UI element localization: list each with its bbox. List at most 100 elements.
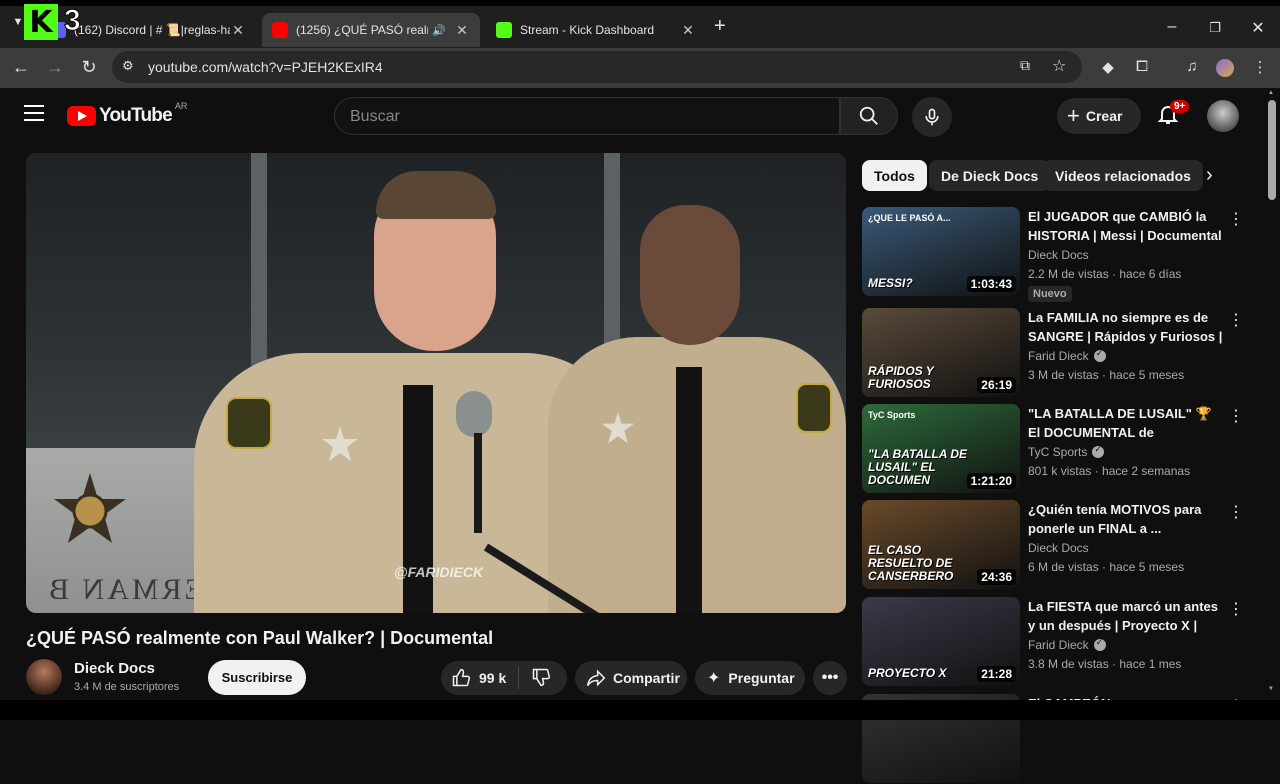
extensions-puzzle-icon[interactable]: ⧠ [1132, 58, 1152, 78]
ask-label: Preguntar [728, 670, 795, 686]
recommendation-meta: 3.8 M de vistas · hace 1 mes [1028, 657, 1182, 671]
site-settings-icon[interactable]: ⚙ [122, 58, 134, 74]
video-watermark: @FARIDIECK [394, 564, 484, 580]
thumbnail-subcaption: TyC Sports [868, 410, 916, 420]
recommendation-title[interactable]: "LA BATALLA DE LUSAIL" 🏆 El DOCUMENTAL d… [1028, 404, 1224, 442]
search-button[interactable] [840, 97, 898, 135]
notifications-button[interactable]: 9+ [1156, 100, 1190, 128]
more-actions-button[interactable]: ••• [813, 661, 847, 695]
chip-from-channel[interactable]: De Dieck Docs [929, 160, 1051, 191]
channel-avatar[interactable] [26, 659, 62, 695]
youtube-header: YouTube AR Buscar + Crear 9+ [0, 88, 1280, 144]
tab-title: Stream - Kick Dashboard [520, 23, 655, 37]
voice-search-button[interactable] [912, 97, 952, 137]
video-duration: 1:03:43 [966, 276, 1016, 292]
thumbs-up-icon [452, 668, 471, 687]
tab-youtube[interactable]: (1256) ¿QUÉ PASÓ realmente 🔊 ✕ [262, 13, 480, 47]
extension-diamond-icon[interactable]: ◆ [1098, 58, 1118, 78]
share-button[interactable]: Compartir [575, 661, 687, 695]
youtube-wordmark: YouTube [99, 105, 173, 126]
channel-name[interactable]: Dieck Docs [74, 660, 155, 677]
channel-name[interactable]: Farid Dieck [1028, 349, 1089, 363]
url-text[interactable]: youtube.com/watch?v=PJEH2KExIR4 [148, 59, 383, 75]
video-player[interactable]: ERMAN B @FARIDIECK [26, 153, 846, 613]
close-icon[interactable]: ✕ [454, 22, 470, 39]
plus-icon: + [1067, 103, 1080, 128]
page-scrollbar[interactable] [1268, 100, 1276, 200]
chip-all[interactable]: Todos [862, 160, 927, 191]
kick-favicon-icon [496, 22, 512, 38]
recommendation-title[interactable]: La FAMILIA no siempre es de SANGRE | Ráp… [1028, 308, 1224, 346]
more-options-icon[interactable]: ⋮ [1228, 406, 1244, 426]
video-duration: 24:36 [977, 569, 1016, 585]
thumbnail-caption: "LA BATALLA DE LUSAIL" EL DOCUMEN [868, 447, 968, 487]
youtube-logo[interactable]: YouTube AR [67, 101, 187, 127]
like-button[interactable]: 99 k [441, 667, 519, 689]
chip-related[interactable]: Videos relacionados [1043, 160, 1203, 191]
subscribe-button[interactable]: Suscribirse [208, 660, 306, 695]
more-options-icon[interactable]: ⋮ [1228, 310, 1244, 330]
channel-name[interactable]: Dieck Docs [1028, 248, 1089, 262]
video-duration: 26:19 [977, 377, 1016, 393]
chevron-right-icon[interactable]: › [1206, 164, 1213, 187]
close-icon[interactable]: ✕ [230, 22, 246, 39]
video-duration: 21:28 [977, 666, 1016, 682]
recommendation-channel[interactable]: Farid Dieck [1028, 637, 1106, 652]
recommendation-item[interactable]: "LA BATALLA DE LUSAIL" EL DOCUMEN TyC Sp… [862, 404, 1257, 494]
hamburger-menu-icon[interactable] [24, 105, 44, 121]
recommendation-item[interactable]: RÁPIDOS Y FURIOSOS 26:19 La FAMILIA no s… [862, 308, 1257, 398]
bookmark-star-icon[interactable]: ☆ [1052, 56, 1066, 76]
scroll-up-arrow-icon[interactable]: ▲ [1268, 90, 1274, 96]
media-control-icon[interactable]: ♫ [1182, 58, 1202, 78]
thumbnail-caption: RÁPIDOS Y FURIOSOS [868, 364, 934, 391]
install-app-icon[interactable]: ⧉ [1020, 57, 1030, 74]
ask-button[interactable]: ✦ Preguntar [695, 661, 805, 695]
dislike-button[interactable] [519, 667, 551, 690]
scroll-down-arrow-icon[interactable]: ▼ [1268, 686, 1274, 692]
thumbnail-subcaption: ¿QUE LE PASÓ A... [868, 213, 951, 223]
video-thumbnail[interactable]: RÁPIDOS Y FURIOSOS 26:19 [862, 308, 1020, 397]
reload-icon[interactable]: ↻ [78, 57, 100, 78]
search-placeholder: Buscar [350, 108, 400, 125]
kick-logo-letter: K [29, 4, 53, 40]
more-options-icon[interactable]: ⋮ [1228, 209, 1244, 229]
create-button[interactable]: + Crear [1057, 98, 1141, 134]
profile-avatar-icon[interactable] [1216, 59, 1234, 77]
close-icon[interactable]: ✕ [680, 22, 696, 39]
video-thumbnail[interactable]: PROYECTO X 21:28 [862, 597, 1020, 686]
recommendation-meta: 801 k vistas · hace 2 semanas [1028, 464, 1191, 478]
more-options-icon[interactable]: ⋮ [1228, 502, 1244, 522]
recommendation-channel[interactable]: Dieck Docs [1028, 541, 1089, 555]
forward-arrow-icon[interactable]: → [44, 57, 66, 78]
recommendation-item[interactable]: EL CASO RESUELTO DE CANSERBERO 24:36 ¿Qu… [862, 500, 1257, 590]
overlay-number: 3 [64, 4, 82, 38]
window-close-icon[interactable]: ✕ [1248, 18, 1268, 38]
restore-icon[interactable]: ❐ [1205, 20, 1225, 36]
recommendation-item[interactable]: PROYECTO X 21:28 La FIESTA que marcó un … [862, 597, 1257, 687]
recommendation-channel[interactable]: TyC Sports [1028, 444, 1105, 459]
channel-name[interactable]: Farid Dieck [1028, 638, 1089, 652]
video-thumbnail[interactable]: MESSI? ¿QUE LE PASÓ A... 1:03:43 [862, 207, 1020, 296]
recommendation-title[interactable]: La FIESTA que marcó un antes y un despué… [1028, 597, 1224, 635]
video-title: ¿QUÉ PASÓ realmente con Paul Walker? | D… [26, 628, 494, 648]
account-avatar[interactable] [1207, 100, 1239, 132]
recommendation-channel[interactable]: Farid Dieck [1028, 348, 1106, 363]
search-input[interactable]: Buscar [334, 97, 840, 135]
channel-name[interactable]: Dieck Docs [1028, 541, 1089, 555]
recommendation-title[interactable]: ¿Quién tenía MOTIVOS para ponerle un FIN… [1028, 500, 1224, 538]
video-thumbnail[interactable]: EL CASO RESUELTO DE CANSERBERO 24:36 [862, 500, 1020, 589]
back-arrow-icon[interactable]: ← [10, 57, 32, 78]
recommendation-item[interactable]: MESSI? ¿QUE LE PASÓ A... 1:03:43 El JUGA… [862, 207, 1257, 302]
browser-menu-icon[interactable]: ⋮ [1250, 58, 1270, 78]
recommendation-channel[interactable]: Dieck Docs [1028, 248, 1089, 262]
more-options-icon[interactable]: ⋮ [1228, 599, 1244, 619]
address-bar[interactable]: ⚙ youtube.com/watch?v=PJEH2KExIR4 ⧉ ☆ [112, 51, 1082, 83]
video-thumbnail[interactable]: "LA BATALLA DE LUSAIL" EL DOCUMEN TyC Sp… [862, 404, 1020, 493]
new-tab-button[interactable]: + [714, 15, 726, 38]
channel-name[interactable]: TyC Sports [1028, 445, 1087, 459]
tab-kick-dashboard[interactable]: Stream - Kick Dashboard ✕ [486, 13, 706, 47]
speaker-icon[interactable]: 🔊 [432, 24, 446, 37]
recommendation-title[interactable]: El JUGADOR que CAMBIÓ la HISTORIA | Mess… [1028, 207, 1224, 245]
sparkle-icon: ✦ [707, 670, 721, 687]
minimize-icon[interactable]: – [1162, 18, 1182, 36]
